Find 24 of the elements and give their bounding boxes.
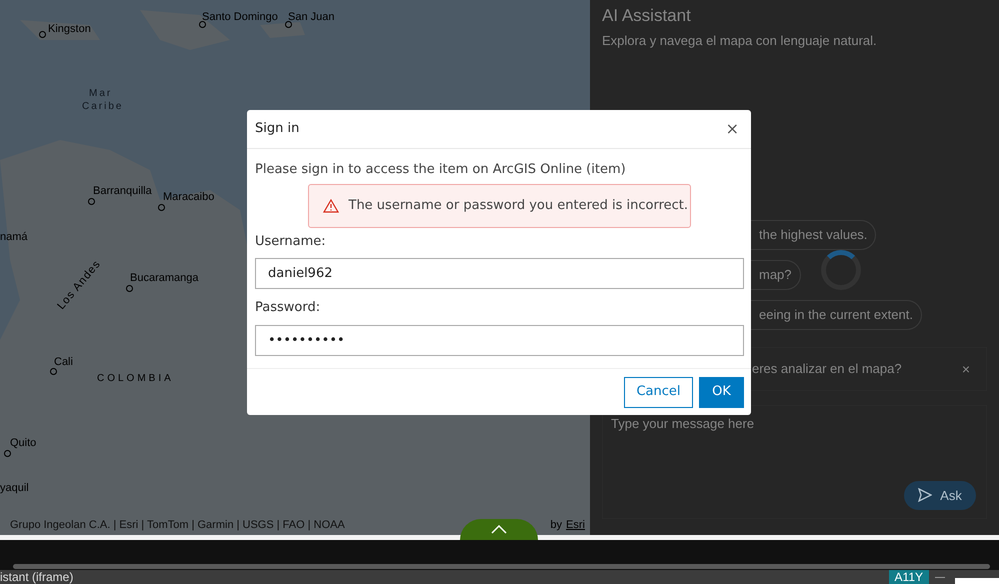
error-message: The username or password you entered is incorrect. xyxy=(348,196,688,215)
field-label: Password: xyxy=(255,299,322,317)
map-label: Quito xyxy=(10,436,36,451)
panel-subtitle: Explora y navega el mapa con lenguaje natural. xyxy=(602,32,878,50)
attribution-text: by xyxy=(550,518,562,532)
map-label: Kingston xyxy=(48,22,91,37)
map-label: Mar xyxy=(89,87,112,101)
map-label: Barranquilla xyxy=(93,184,152,199)
map-label: Santo Domingo xyxy=(202,10,278,25)
map-label: Caribe xyxy=(82,100,124,114)
dialog-title: Sign in xyxy=(255,120,300,138)
map-label: yaquil xyxy=(0,481,29,496)
map-label: Maracaibo xyxy=(163,190,214,205)
map-label: COLOMBIA xyxy=(97,372,174,386)
map-attribution: Grupo Ingeolan C.A. | Esri | TomTom | Garmin | USGS | FAO | NOAA xyxy=(10,518,345,532)
map-label: Bucaramanga xyxy=(130,271,198,286)
field-label: Username: xyxy=(255,232,327,250)
dialog-message: Please sign in to access the item on ArcGIS Online (item) xyxy=(255,161,627,179)
question-text: eres analizar en el mapa? xyxy=(752,360,902,378)
panel-title: AI Assistant xyxy=(602,5,692,27)
map-label: San Juan xyxy=(288,10,334,25)
map-label: Cali xyxy=(54,355,73,370)
frame-label: istant (iframe) xyxy=(0,570,74,584)
map-label: namá xyxy=(0,230,28,245)
